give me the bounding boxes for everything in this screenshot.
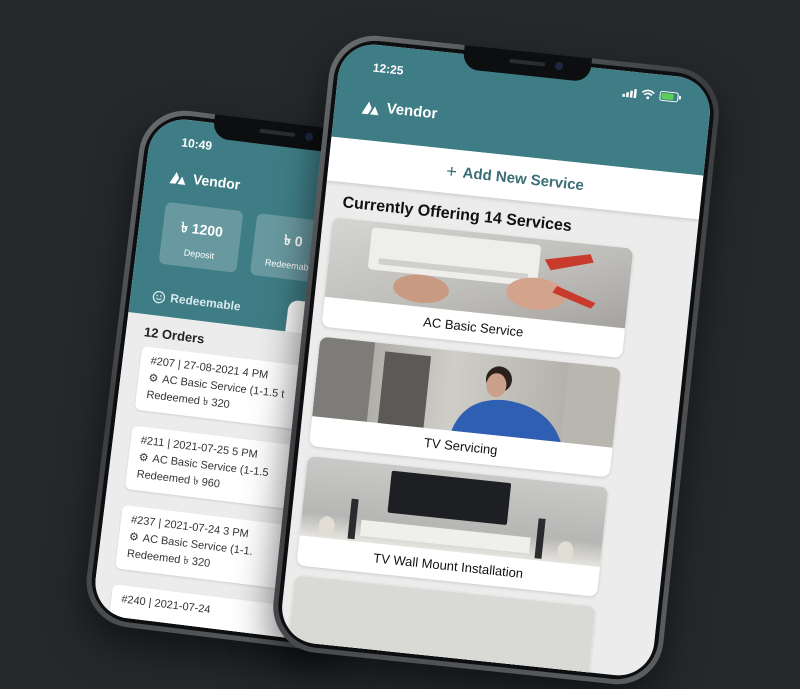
deposit-label: Deposit <box>183 247 215 262</box>
service-card[interactable]: AC Basic Service <box>321 217 634 359</box>
battery-icon <box>659 90 682 103</box>
orders-title: 12 Orders <box>143 324 206 347</box>
deposit-value: ৳ 1200 <box>180 218 224 240</box>
front-camera <box>554 61 564 71</box>
gear-icon: ⚙ <box>128 530 140 544</box>
add-service-label: Add New Service <box>461 164 585 194</box>
smiley-icon <box>152 290 166 303</box>
status-time: 12:25 <box>372 60 405 78</box>
service-card[interactable]: TV Wall Mount Installation <box>296 455 609 597</box>
app-brand: Vendor <box>168 168 241 193</box>
signal-icon <box>622 88 638 98</box>
vendor-logo-icon <box>169 171 186 186</box>
gear-icon: ⚙ <box>138 451 150 465</box>
deposit-card[interactable]: ৳ 1200 Deposit <box>158 201 244 273</box>
tab-redeemable[interactable]: Redeemable <box>152 289 242 314</box>
service-card[interactable]: TV Servicing <box>308 336 621 478</box>
front-phone-mockup: 12:25 Vendor + Add New Service Currently… <box>268 31 724 689</box>
brand-name: Vendor <box>385 100 439 123</box>
wifi-icon <box>641 89 655 100</box>
brand-name: Vendor <box>192 170 242 193</box>
app-brand: Vendor <box>360 98 439 123</box>
speaker-grille <box>509 58 546 67</box>
speaker-grille <box>259 128 296 138</box>
status-icons <box>622 87 682 103</box>
tab-label: Redeemable <box>169 291 242 314</box>
status-time: 10:49 <box>180 135 213 153</box>
vendor-logo-icon <box>361 101 379 116</box>
gear-icon: ⚙ <box>147 372 160 386</box>
front-phone-screen: 12:25 Vendor + Add New Service Currently… <box>278 41 714 679</box>
front-camera <box>304 132 314 142</box>
plus-icon: + <box>445 160 458 182</box>
